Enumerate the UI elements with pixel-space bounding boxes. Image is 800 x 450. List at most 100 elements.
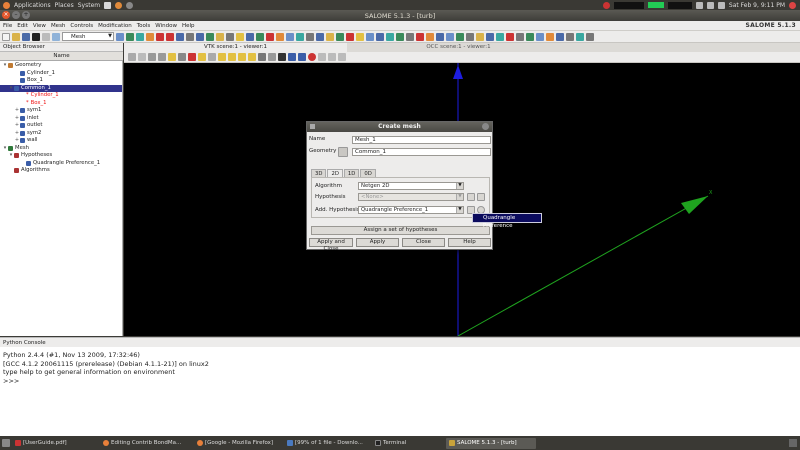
task-google-firefox[interactable]: [Google - Mozilla Firefox] xyxy=(194,438,282,449)
stop-icon[interactable] xyxy=(328,53,336,61)
left-view-icon[interactable] xyxy=(248,53,256,61)
area-icon[interactable] xyxy=(316,32,324,41)
edit-hypothesis-button[interactable] xyxy=(477,193,485,201)
object-browser-tree[interactable]: ▾ Geometry Cylinder_1 Box_1 ▾ Common_1 * Cylind… xyxy=(0,61,123,336)
rotate-icon[interactable] xyxy=(198,53,206,61)
menu-help[interactable]: Help xyxy=(182,23,195,29)
tree-item[interactable]: ▾ Hypotheses xyxy=(0,152,122,160)
module-selector[interactable]: Mesh ▼ xyxy=(62,32,114,41)
add-node-icon[interactable] xyxy=(366,32,374,41)
console-prompt[interactable]: >>> xyxy=(3,377,797,386)
tab-2d[interactable]: 2D xyxy=(327,169,343,177)
shutdown-icon[interactable] xyxy=(789,1,796,9)
right-view-icon[interactable] xyxy=(258,53,266,61)
python-console[interactable]: Python 2.4.4 (#1, Nov 13 2009, 17:32:46)… xyxy=(0,347,800,436)
union-triangles-icon[interactable] xyxy=(506,32,514,41)
export-mesh-icon[interactable] xyxy=(206,32,214,41)
menu-view[interactable]: View xyxy=(33,23,46,29)
rotation-center-icon[interactable] xyxy=(138,53,146,61)
symmetry-icon[interactable] xyxy=(456,32,464,41)
free-edges-icon[interactable] xyxy=(286,32,294,41)
tab-0d[interactable]: 0D xyxy=(360,169,376,177)
geometry-input[interactable]: Common_1 xyxy=(352,148,491,156)
window-title-bar[interactable]: × – + SALOME 5.1.3 - [turb] xyxy=(0,10,800,21)
ubuntu-logo-icon[interactable] xyxy=(3,1,10,9)
merge-nodes-icon[interactable] xyxy=(486,32,494,41)
network-icon[interactable] xyxy=(695,1,703,9)
trihedron-icon[interactable] xyxy=(288,53,296,61)
volume-icon[interactable] xyxy=(276,32,284,41)
new-document-icon[interactable] xyxy=(2,32,10,41)
terminal-launcher-icon[interactable] xyxy=(104,1,112,9)
geometry-module-icon[interactable] xyxy=(116,32,124,41)
close-button[interactable]: Close xyxy=(402,238,445,247)
length-icon[interactable] xyxy=(306,32,314,41)
create-hypothesis-button[interactable] xyxy=(467,193,475,201)
mesh-module-icon[interactable] xyxy=(126,32,134,41)
diagonal-inversion-icon[interactable] xyxy=(496,32,504,41)
panel-menu-applications[interactable]: Applications xyxy=(14,2,51,9)
save-document-icon[interactable] xyxy=(22,32,30,41)
rotation-icon[interactable] xyxy=(446,32,454,41)
cutting-quads-icon[interactable] xyxy=(556,32,564,41)
firefox-launcher-icon[interactable] xyxy=(115,1,123,9)
node-icon[interactable] xyxy=(246,32,254,41)
tab-3d[interactable]: 3D xyxy=(311,169,327,177)
open-document-icon[interactable] xyxy=(12,32,20,41)
dump-view-icon[interactable] xyxy=(128,53,136,61)
tab-occ-viewer[interactable]: OCC scene:1 - viewer:1 xyxy=(347,43,570,52)
update-notifier-icon[interactable] xyxy=(602,1,610,9)
scale-icon[interactable] xyxy=(466,32,474,41)
volume-icon[interactable] xyxy=(717,1,725,9)
pan-icon[interactable] xyxy=(148,53,156,61)
tree-item[interactable]: Quadrangle Preference_1 xyxy=(0,160,122,168)
remove-elements-icon[interactable] xyxy=(426,32,434,41)
taper-icon[interactable] xyxy=(326,32,334,41)
face-icon[interactable] xyxy=(266,32,274,41)
help-launcher-icon[interactable] xyxy=(126,1,134,9)
bottom-view-icon[interactable] xyxy=(238,53,246,61)
algorithm-combo[interactable]: Netgen 2D ▼ xyxy=(358,182,464,190)
menu-tools[interactable]: Tools xyxy=(137,23,151,29)
task-terminal[interactable]: Terminal xyxy=(372,438,444,449)
tree-item[interactable]: + sym1 xyxy=(0,107,122,115)
add-hypothesis-combo[interactable]: Quadrangle Preference_1 ▼ xyxy=(358,206,464,214)
tree-item[interactable]: Box_1 xyxy=(0,77,122,85)
trash-icon[interactable] xyxy=(789,439,797,447)
menu-controls[interactable]: Controls xyxy=(70,23,93,29)
menu-edit[interactable]: Edit xyxy=(17,23,28,29)
add-quadrangle-icon[interactable] xyxy=(396,32,404,41)
global-pan-icon[interactable] xyxy=(188,53,196,61)
tab-1d[interactable]: 1D xyxy=(343,169,360,177)
tab-vtk-viewer[interactable]: VTK scene:1 - viewer:1 xyxy=(124,43,347,52)
compute-mesh-icon[interactable] xyxy=(176,32,184,41)
fit-all-icon[interactable] xyxy=(168,53,176,61)
group-icon[interactable] xyxy=(226,32,234,41)
top-view-icon[interactable] xyxy=(228,53,236,61)
undo-icon[interactable] xyxy=(52,32,60,41)
menu-mesh[interactable]: Mesh xyxy=(51,23,65,29)
yacs-module-icon[interactable] xyxy=(146,32,154,41)
projection-icon[interactable] xyxy=(298,53,306,61)
window-maximize-button[interactable]: + xyxy=(22,11,30,19)
tree-item[interactable]: * Cylinder_1 xyxy=(0,92,122,100)
tree-item[interactable]: * Box_1 xyxy=(0,100,122,108)
task-downloads[interactable]: [99% of 1 file - Downlo... xyxy=(284,438,370,449)
import-mesh-icon[interactable] xyxy=(196,32,204,41)
edge-icon[interactable] xyxy=(256,32,264,41)
pattern-mapping-icon[interactable] xyxy=(546,32,554,41)
tree-item[interactable]: + inlet xyxy=(0,115,122,123)
dialog-title-bar[interactable]: Create mesh xyxy=(307,122,492,132)
info-icon[interactable] xyxy=(236,32,244,41)
tree-item[interactable]: Algorithms xyxy=(0,167,122,175)
window-close-button[interactable]: × xyxy=(2,11,10,19)
warping-icon[interactable] xyxy=(346,32,354,41)
select-geometry-arrow-icon[interactable] xyxy=(338,147,348,157)
extrusion-icon[interactable] xyxy=(526,32,534,41)
mesh-info-icon[interactable] xyxy=(186,32,194,41)
close-document-icon[interactable] xyxy=(32,32,40,41)
tree-item[interactable]: Cylinder_1 xyxy=(0,70,122,78)
task-salome[interactable]: SALOME 5.1.3 - [turb] xyxy=(446,437,536,449)
convert-quadratic-icon[interactable] xyxy=(566,32,574,41)
reset-view-icon[interactable] xyxy=(268,53,276,61)
